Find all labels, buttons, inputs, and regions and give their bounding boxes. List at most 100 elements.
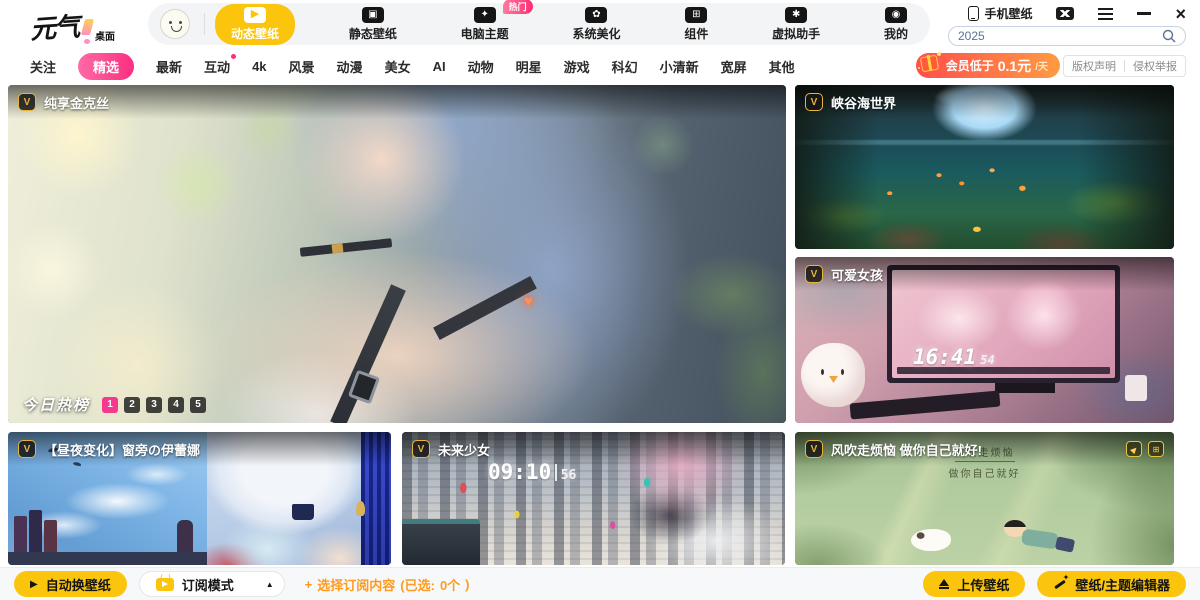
subscribe-mode-label: 订阅模式 [182,575,234,594]
art-choker [300,238,392,257]
upload-wallpaper-button[interactable]: 上传壁纸 [923,571,1025,597]
wallpaper-card-cute-girl[interactable]: 16:41 54 V 可爱女孩 [795,257,1174,423]
grid-icon: ⊞ [1153,445,1160,454]
promo-unit: /天 [1035,58,1048,73]
report-link[interactable]: 侵权举报 [1133,58,1177,74]
category-follow[interactable]: 关注 [30,57,56,76]
tab-widgets[interactable]: ⊞ 组件 [674,4,718,45]
tab-static-wallpaper[interactable]: ▣ 静态壁纸 [339,4,407,45]
play-icon: ▶ [30,579,38,590]
glow-heart-icon: ♥ [524,293,533,310]
category-other[interactable]: 其他 [769,57,795,76]
card-title: 纯享金克丝 [44,93,109,112]
tab-label: 组件 [684,25,708,42]
art-shinchan-body [1021,529,1059,550]
category-anime[interactable]: 动漫 [337,57,363,76]
tab-pc-theme[interactable]: ✦ 电脑主题 热门 [451,4,519,45]
category-widescreen[interactable]: 宽屏 [721,57,747,76]
main-tab-bar: ▶ 动态壁纸 ▣ 静态壁纸 ✦ 电脑主题 热门 ✿ 系统美化 ⊞ [148,3,930,45]
page-button-5[interactable]: 5 [190,397,206,413]
art-book [29,510,42,552]
subscribe-mode-dropdown[interactable]: 订阅模式 ▲ [139,571,285,597]
daily-hot-rank: 今日热榜 1 2 3 4 5 [22,394,206,415]
phone-wallpaper-label: 手机壁纸 [984,5,1032,22]
tab-system-beautify[interactable]: ✿ 系统美化 [562,4,630,45]
search-icon[interactable] [1162,29,1176,43]
card-header: V 风吹走烦恼 做你自己就好! ▶ ⊞ [795,432,1174,466]
category-star[interactable]: 明星 [516,57,542,76]
hot-badge: 热门 [503,0,533,14]
wallpaper-card-future-girl[interactable]: 09:10 56 V 未来少女 [402,432,785,565]
tab-mine[interactable]: ◉ 我的 [874,4,918,45]
art-bird-eye [841,369,844,375]
art-curtain-tassel [356,501,365,516]
upload-label: 上传壁纸 [957,575,1009,594]
app-logo: 元气 桌面 [30,8,115,45]
upload-icon [939,579,949,589]
theme-icon: ✦ [474,7,496,23]
cursor-icon: ▶ [1129,444,1140,455]
close-icon[interactable]: × [1175,7,1186,21]
page-button-4[interactable]: 4 [168,397,184,413]
primary-tabs: ▶ 动态壁纸 ▣ 静态壁纸 ✦ 电脑主题 热门 ✿ 系统美化 ⊞ [215,4,918,45]
minimize-icon[interactable] [1137,12,1151,15]
logo-subtext: 桌面 [95,28,115,43]
category-scenery[interactable]: 风景 [289,57,315,76]
category-4k[interactable]: 4k [252,59,266,74]
search-box[interactable] [948,26,1186,46]
category-animal[interactable]: 动物 [468,57,494,76]
hot-rank-pager: 1 2 3 4 5 [102,397,206,413]
face-icon: ◉ [885,7,907,23]
tab-label: 静态壁纸 [349,25,397,42]
tab-label: 系统美化 [572,25,620,42]
user-avatar[interactable] [160,9,190,39]
page-button-2[interactable]: 2 [124,397,140,413]
gift-icon [918,51,942,75]
category-latest[interactable]: 最新 [156,57,182,76]
clock-seconds: 56 [561,468,577,483]
search-input[interactable] [958,29,1162,43]
divider [1124,60,1125,72]
tv-icon [156,578,174,591]
mail-icon[interactable] [1056,7,1074,20]
menu-icon[interactable] [1098,8,1113,20]
art-monitor-stand [995,383,1055,393]
category-scifi[interactable]: 科幻 [612,57,638,76]
wallpaper-card-elaina[interactable]: V 【昼夜变化】窗旁の伊蕾娜 [8,432,391,565]
phone-wallpaper-button[interactable]: 手机壁纸 [968,5,1032,22]
promo-text: 会员低于 [946,57,994,74]
vip-promo-banner[interactable]: 会员低于 0.1元 /天 [916,53,1060,78]
category-label: 互动 [204,60,230,75]
tab-label: 我的 [884,25,908,42]
select-subscribe-content-button[interactable]: + 选择订阅内容 (已选: 0个 ) [305,575,470,594]
art-dog [911,529,951,551]
category-game[interactable]: 游戏 [564,57,590,76]
video-icon: ▶ [244,7,266,23]
category-interactive[interactable]: 互动 [204,57,230,76]
wallpaper-card-canyon[interactable]: V 峡谷海世界 [795,85,1174,249]
page-button-3[interactable]: 3 [146,397,162,413]
tab-dynamic-wallpaper[interactable]: ▶ 动态壁纸 [215,4,295,45]
creator-badge-icon: V [805,440,823,458]
art-bird-beak [829,376,838,383]
wallpaper-theme-editor-button[interactable]: 壁纸/主题编辑器 [1037,571,1186,597]
creator-badge-icon: V [805,93,823,111]
auto-change-wallpaper-button[interactable]: ▶ 自动换壁纸 [14,571,127,597]
page-button-1[interactable]: 1 [102,397,118,413]
wallpaper-card-shinchan[interactable]: 风吹走烦恼 做你自己就好 V 风吹走烦恼 做你自己就好! ▶ ⊞ [795,432,1174,565]
creator-badge-icon: V [18,440,36,458]
category-featured[interactable]: 精选 [78,53,134,80]
art-keyboard [850,390,1001,419]
editor-label: 壁纸/主题编辑器 [1075,575,1170,594]
tab-virtual-assistant[interactable]: ✱ 虚拟助手 [762,4,830,45]
select-subscribe-label: 选择订阅内容 [317,575,395,594]
category-ai[interactable]: AI [433,59,446,74]
card-title: 可爱女孩 [831,265,883,284]
category-beauty[interactable]: 美女 [385,57,411,76]
category-fresh[interactable]: 小清新 [660,57,699,76]
copyright-link[interactable]: 版权声明 [1072,58,1116,74]
logo-text: 元气 [29,6,79,46]
multi-screen-badge: ⊞ [1148,441,1164,457]
featured-wallpaper-card[interactable]: ♥ V 纯享金克丝 今日热榜 1 2 3 4 5 [8,85,786,423]
featured-wallpaper-art: ♥ [8,85,786,423]
